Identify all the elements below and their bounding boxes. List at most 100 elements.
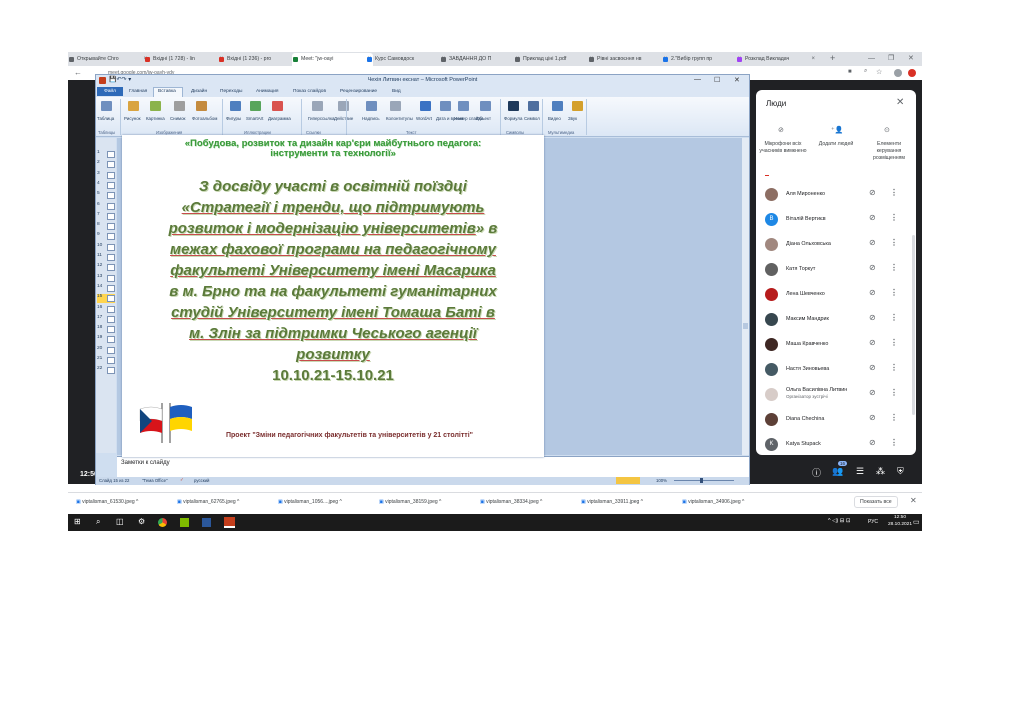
participant-row[interactable]: В Віталій Вертиєв ⊘ ⋮ bbox=[756, 208, 916, 233]
ribbon-button[interactable]: Формула bbox=[504, 116, 522, 121]
browser-tab[interactable]: Приклад ціні 1.pdf× bbox=[514, 53, 595, 66]
chrome-icon[interactable] bbox=[158, 518, 167, 527]
chevron-up-icon[interactable]: ^ bbox=[438, 499, 441, 505]
slide-canvas[interactable]: «Побудова, розвиток та дизайн кар'єри ма… bbox=[122, 135, 544, 457]
ribbon-button[interactable]: Колонтитулы bbox=[386, 116, 413, 121]
more-options-icon[interactable]: ⋮ bbox=[890, 188, 898, 197]
windows-start-icon[interactable]: ⊞ bbox=[74, 517, 81, 526]
participant-row[interactable]: Аля Мироненко ⊘ ⋮ bbox=[756, 183, 916, 208]
slide-thumbnail[interactable]: 3 bbox=[97, 171, 115, 180]
scroll-thumb[interactable] bbox=[743, 323, 748, 329]
ribbon-button[interactable]: Действие bbox=[334, 116, 353, 121]
powerpoint-icon[interactable] bbox=[224, 517, 235, 528]
ribbon-button[interactable]: Картинка bbox=[146, 116, 165, 121]
mic-off-icon[interactable]: ⊘ bbox=[869, 313, 876, 322]
ribbon-tab[interactable]: Переходы bbox=[220, 89, 243, 94]
download-item[interactable]: ▣ viptalisman_61530.jpeg ^ bbox=[76, 499, 138, 505]
word-icon[interactable] bbox=[202, 518, 211, 527]
chevron-up-icon[interactable]: ^ bbox=[338, 499, 341, 505]
more-options-icon[interactable]: ⋮ bbox=[890, 288, 898, 297]
star-icon[interactable]: ☆ bbox=[876, 68, 882, 76]
ribbon-button[interactable]: Таблица bbox=[97, 116, 114, 121]
close-downloads-icon[interactable]: ✕ bbox=[910, 496, 917, 505]
ribbon-tab[interactable]: Вид bbox=[392, 89, 401, 94]
ribbon-tab[interactable]: Рецензирование bbox=[340, 89, 377, 94]
keyboard-language[interactable]: РУС bbox=[868, 519, 878, 525]
slide-thumbnail[interactable]: 6 bbox=[97, 202, 115, 211]
slide-thumbnail[interactable]: 20 bbox=[97, 346, 115, 355]
toggle-icon[interactable]: ⊙ bbox=[884, 126, 890, 134]
mic-off-icon[interactable]: ⊘ bbox=[869, 263, 876, 272]
participant-row[interactable]: Катя Торкут ⊘ ⋮ bbox=[756, 258, 916, 283]
ribbon-tab[interactable]: Дизайн bbox=[191, 89, 207, 94]
zoom-slider[interactable] bbox=[674, 480, 734, 481]
ribbon-button[interactable]: Снимок bbox=[170, 116, 185, 121]
more-options-icon[interactable]: ⋮ bbox=[890, 363, 898, 372]
participant-row[interactable]: Маша Кравченко ⊘ ⋮ bbox=[756, 333, 916, 358]
notification-icon[interactable]: ▭ bbox=[913, 518, 920, 526]
close-tab-icon[interactable]: × bbox=[811, 53, 815, 66]
chevron-up-icon[interactable]: ^ bbox=[539, 499, 542, 505]
maximize-button[interactable]: ❐ bbox=[888, 52, 894, 65]
mic-off-icon[interactable]: ⊘ bbox=[869, 338, 876, 347]
download-item[interactable]: ▣ viptalisman_62765.jpeg ^ bbox=[177, 499, 239, 505]
slide-thumbnail[interactable]: 13 bbox=[97, 274, 115, 283]
add-person-icon[interactable]: ⁺👤 bbox=[831, 126, 843, 134]
browser-tab[interactable]: 2."Вибір групп пр× bbox=[662, 53, 743, 66]
more-options-icon[interactable]: ⋮ bbox=[890, 313, 898, 322]
slide-thumbnail[interactable]: 18 bbox=[97, 325, 115, 334]
participant-row[interactable]: Лена Шевченко ⊘ ⋮ bbox=[756, 283, 916, 308]
browser-tab[interactable]: Рівні засвоєння нв× bbox=[588, 53, 669, 66]
download-item[interactable]: ▣ viptalisman_1056....jpeg ^ bbox=[278, 499, 342, 505]
browser-tab[interactable]: Открывайте Chro× bbox=[68, 53, 149, 66]
browser-tab[interactable]: Вхідні (1 728) - lin× bbox=[144, 53, 225, 66]
close-panel-icon[interactable]: ✕ bbox=[896, 97, 904, 108]
slide-thumbnail[interactable]: 9 bbox=[97, 232, 115, 241]
more-options-icon[interactable]: ⋮ bbox=[890, 238, 898, 247]
more-options-icon[interactable]: ⋮ bbox=[890, 388, 898, 397]
slide-thumbnail[interactable]: 10 bbox=[97, 243, 115, 252]
chevron-up-icon[interactable]: ^ bbox=[236, 499, 239, 505]
slide-thumbnail[interactable]: 12 bbox=[97, 263, 115, 272]
slide-thumbnail[interactable]: 2 bbox=[97, 160, 115, 169]
download-item[interactable]: ▣ viptalisman_38334.jpeg ^ bbox=[480, 499, 542, 505]
settings-icon[interactable]: ⚙ bbox=[138, 517, 145, 526]
notes-pane[interactable]: Заметки к слайду bbox=[117, 456, 749, 478]
host-controls-icon[interactable]: ⛨ bbox=[897, 466, 904, 477]
slide-thumbnail[interactable]: 7 bbox=[97, 212, 115, 221]
more-options-icon[interactable]: ⋮ bbox=[890, 413, 898, 422]
search-icon[interactable]: ⌕ bbox=[96, 517, 100, 527]
slide-thumbnail[interactable]: 5 bbox=[97, 191, 115, 200]
participant-row[interactable]: K Katya Stupack ⊘ ⋮ bbox=[756, 433, 916, 458]
close-window-button[interactable]: ✕ bbox=[908, 52, 914, 65]
participant-row[interactable]: Діана Ольховська ⊘ ⋮ bbox=[756, 233, 916, 258]
browser-tab[interactable]: Розклад Викладач × bbox=[736, 53, 817, 66]
ribbon-tab[interactable]: Анимация bbox=[256, 89, 279, 94]
mic-off-icon[interactable]: ⊘ bbox=[869, 238, 876, 247]
browser-tab[interactable]: Meet: "jw-oayi× bbox=[292, 53, 373, 66]
download-item[interactable]: ▣ viptalisman_34906.jpeg ^ bbox=[682, 499, 744, 505]
download-item[interactable]: ▣ viptalisman_33911.jpeg ^ bbox=[581, 499, 643, 505]
zoom-icon[interactable]: ⌕ bbox=[864, 68, 867, 75]
participant-row[interactable]: Настя Зиновьева ⊘ ⋮ bbox=[756, 358, 916, 383]
slide-thumbnail[interactable]: 4 bbox=[97, 181, 115, 190]
slide-thumbnail[interactable]: 21 bbox=[97, 356, 115, 365]
mic-off-icon[interactable]: ⊘ bbox=[869, 363, 876, 372]
ribbon-button[interactable]: SmartArt bbox=[246, 116, 263, 121]
more-options-icon[interactable]: ⋮ bbox=[890, 213, 898, 222]
ribbon-button[interactable]: Объект bbox=[476, 116, 491, 121]
chevron-up-icon[interactable]: ^ bbox=[135, 499, 138, 505]
participant-row[interactable]: Максим Мандрик ⊘ ⋮ bbox=[756, 308, 916, 333]
chevron-up-icon[interactable]: ^ bbox=[741, 499, 744, 505]
task-view-icon[interactable]: ◫ bbox=[116, 517, 124, 526]
slide-thumbnail[interactable]: 15 bbox=[97, 294, 115, 304]
camera-icon[interactable]: ■ bbox=[848, 69, 852, 75]
participant-row[interactable]: Ольга Василівна Литвин Організатор зустрі… bbox=[756, 383, 916, 408]
slide-thumbnail[interactable]: 11 bbox=[97, 253, 115, 262]
slide-thumbnail[interactable]: 19 bbox=[97, 335, 115, 344]
people-icon[interactable]: 👥 bbox=[832, 466, 843, 477]
mic-off-icon[interactable]: ⊘ bbox=[869, 188, 876, 197]
file-tab[interactable]: Файл bbox=[97, 87, 123, 96]
mic-off-icon[interactable]: ⊘ bbox=[869, 288, 876, 297]
people-scrollbar[interactable] bbox=[912, 235, 915, 415]
